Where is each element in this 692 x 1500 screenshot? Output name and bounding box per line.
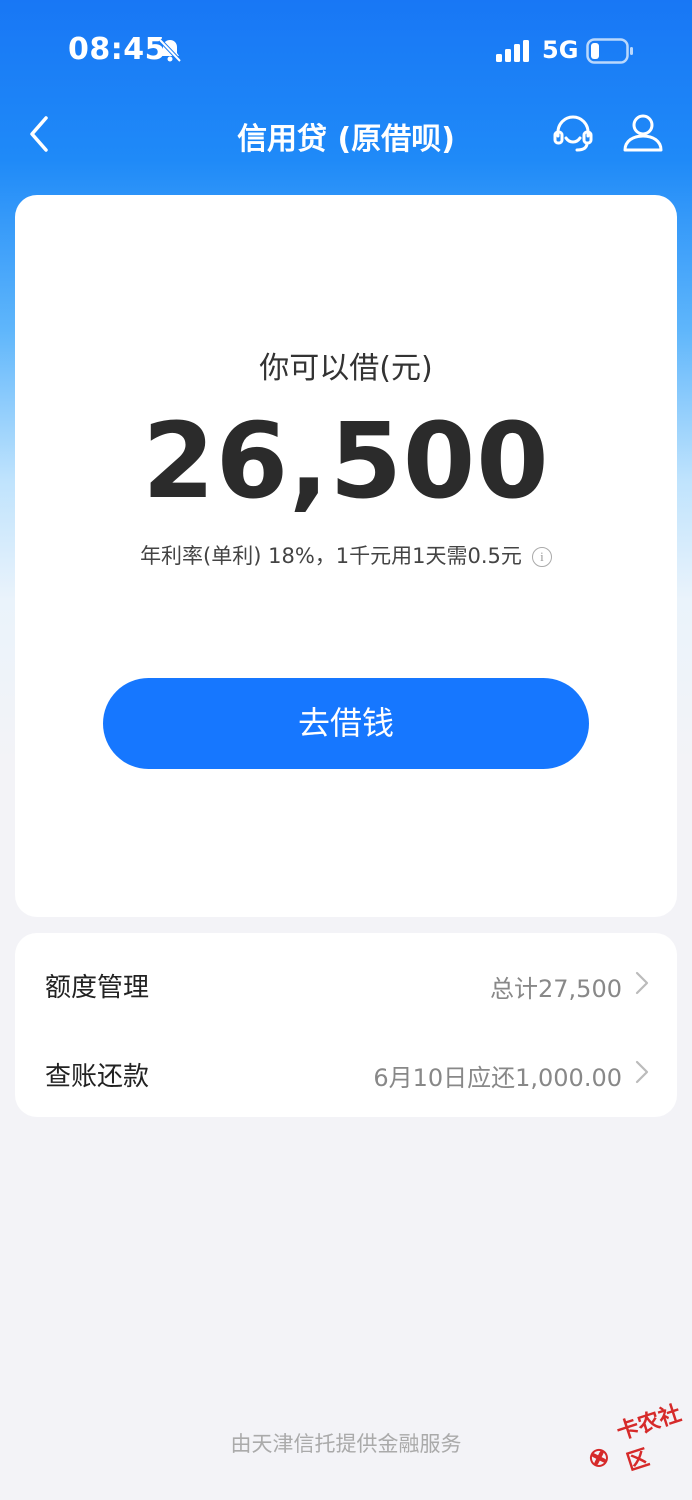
loan-card: 你可以借(元) 26,500 年利率(单利) 18%，1千元用1天需0.5元 i … [15, 195, 677, 917]
rate-info: 年利率(单利) 18%，1千元用1天需0.5元 i [15, 540, 677, 570]
info-icon[interactable]: i [531, 547, 552, 567]
user-icon[interactable] [622, 112, 664, 154]
chevron-right-icon [635, 971, 649, 995]
nav-bar: 信用贷 (原借呗) [0, 100, 692, 170]
customer-service-icon[interactable] [552, 112, 594, 154]
status-bar: 08:45 5G [0, 0, 692, 100]
list-item-value: 总计27,500 [490, 975, 622, 1003]
list-item-repayment[interactable]: 查账还款 6月10日应还1,000.00 [15, 1026, 677, 1116]
signal-icon [496, 40, 529, 62]
list-item-quota[interactable]: 额度管理 总计27,500 [15, 937, 677, 1027]
battery-icon [586, 38, 633, 64]
list-item-label: 查账还款 [45, 1062, 150, 1092]
bell-off-icon [158, 38, 182, 63]
borrow-button[interactable]: 去借钱 [103, 678, 589, 769]
chevron-right-icon [635, 1060, 649, 1084]
available-amount: 26,500 [142, 400, 550, 522]
network-type: 5G [542, 36, 579, 64]
status-time: 08:45 [68, 32, 166, 67]
list-item-value: 6月10日应还1,000.00 [373, 1064, 622, 1092]
menu-card: 额度管理 总计27,500 查账还款 6月10日应还1,000.00 [15, 933, 677, 1117]
rate-text: 年利率(单利) 18%，1千元用1天需0.5元 [140, 544, 522, 568]
borrow-label: 你可以借(元) [259, 351, 433, 386]
list-item-label: 额度管理 [45, 973, 150, 1003]
